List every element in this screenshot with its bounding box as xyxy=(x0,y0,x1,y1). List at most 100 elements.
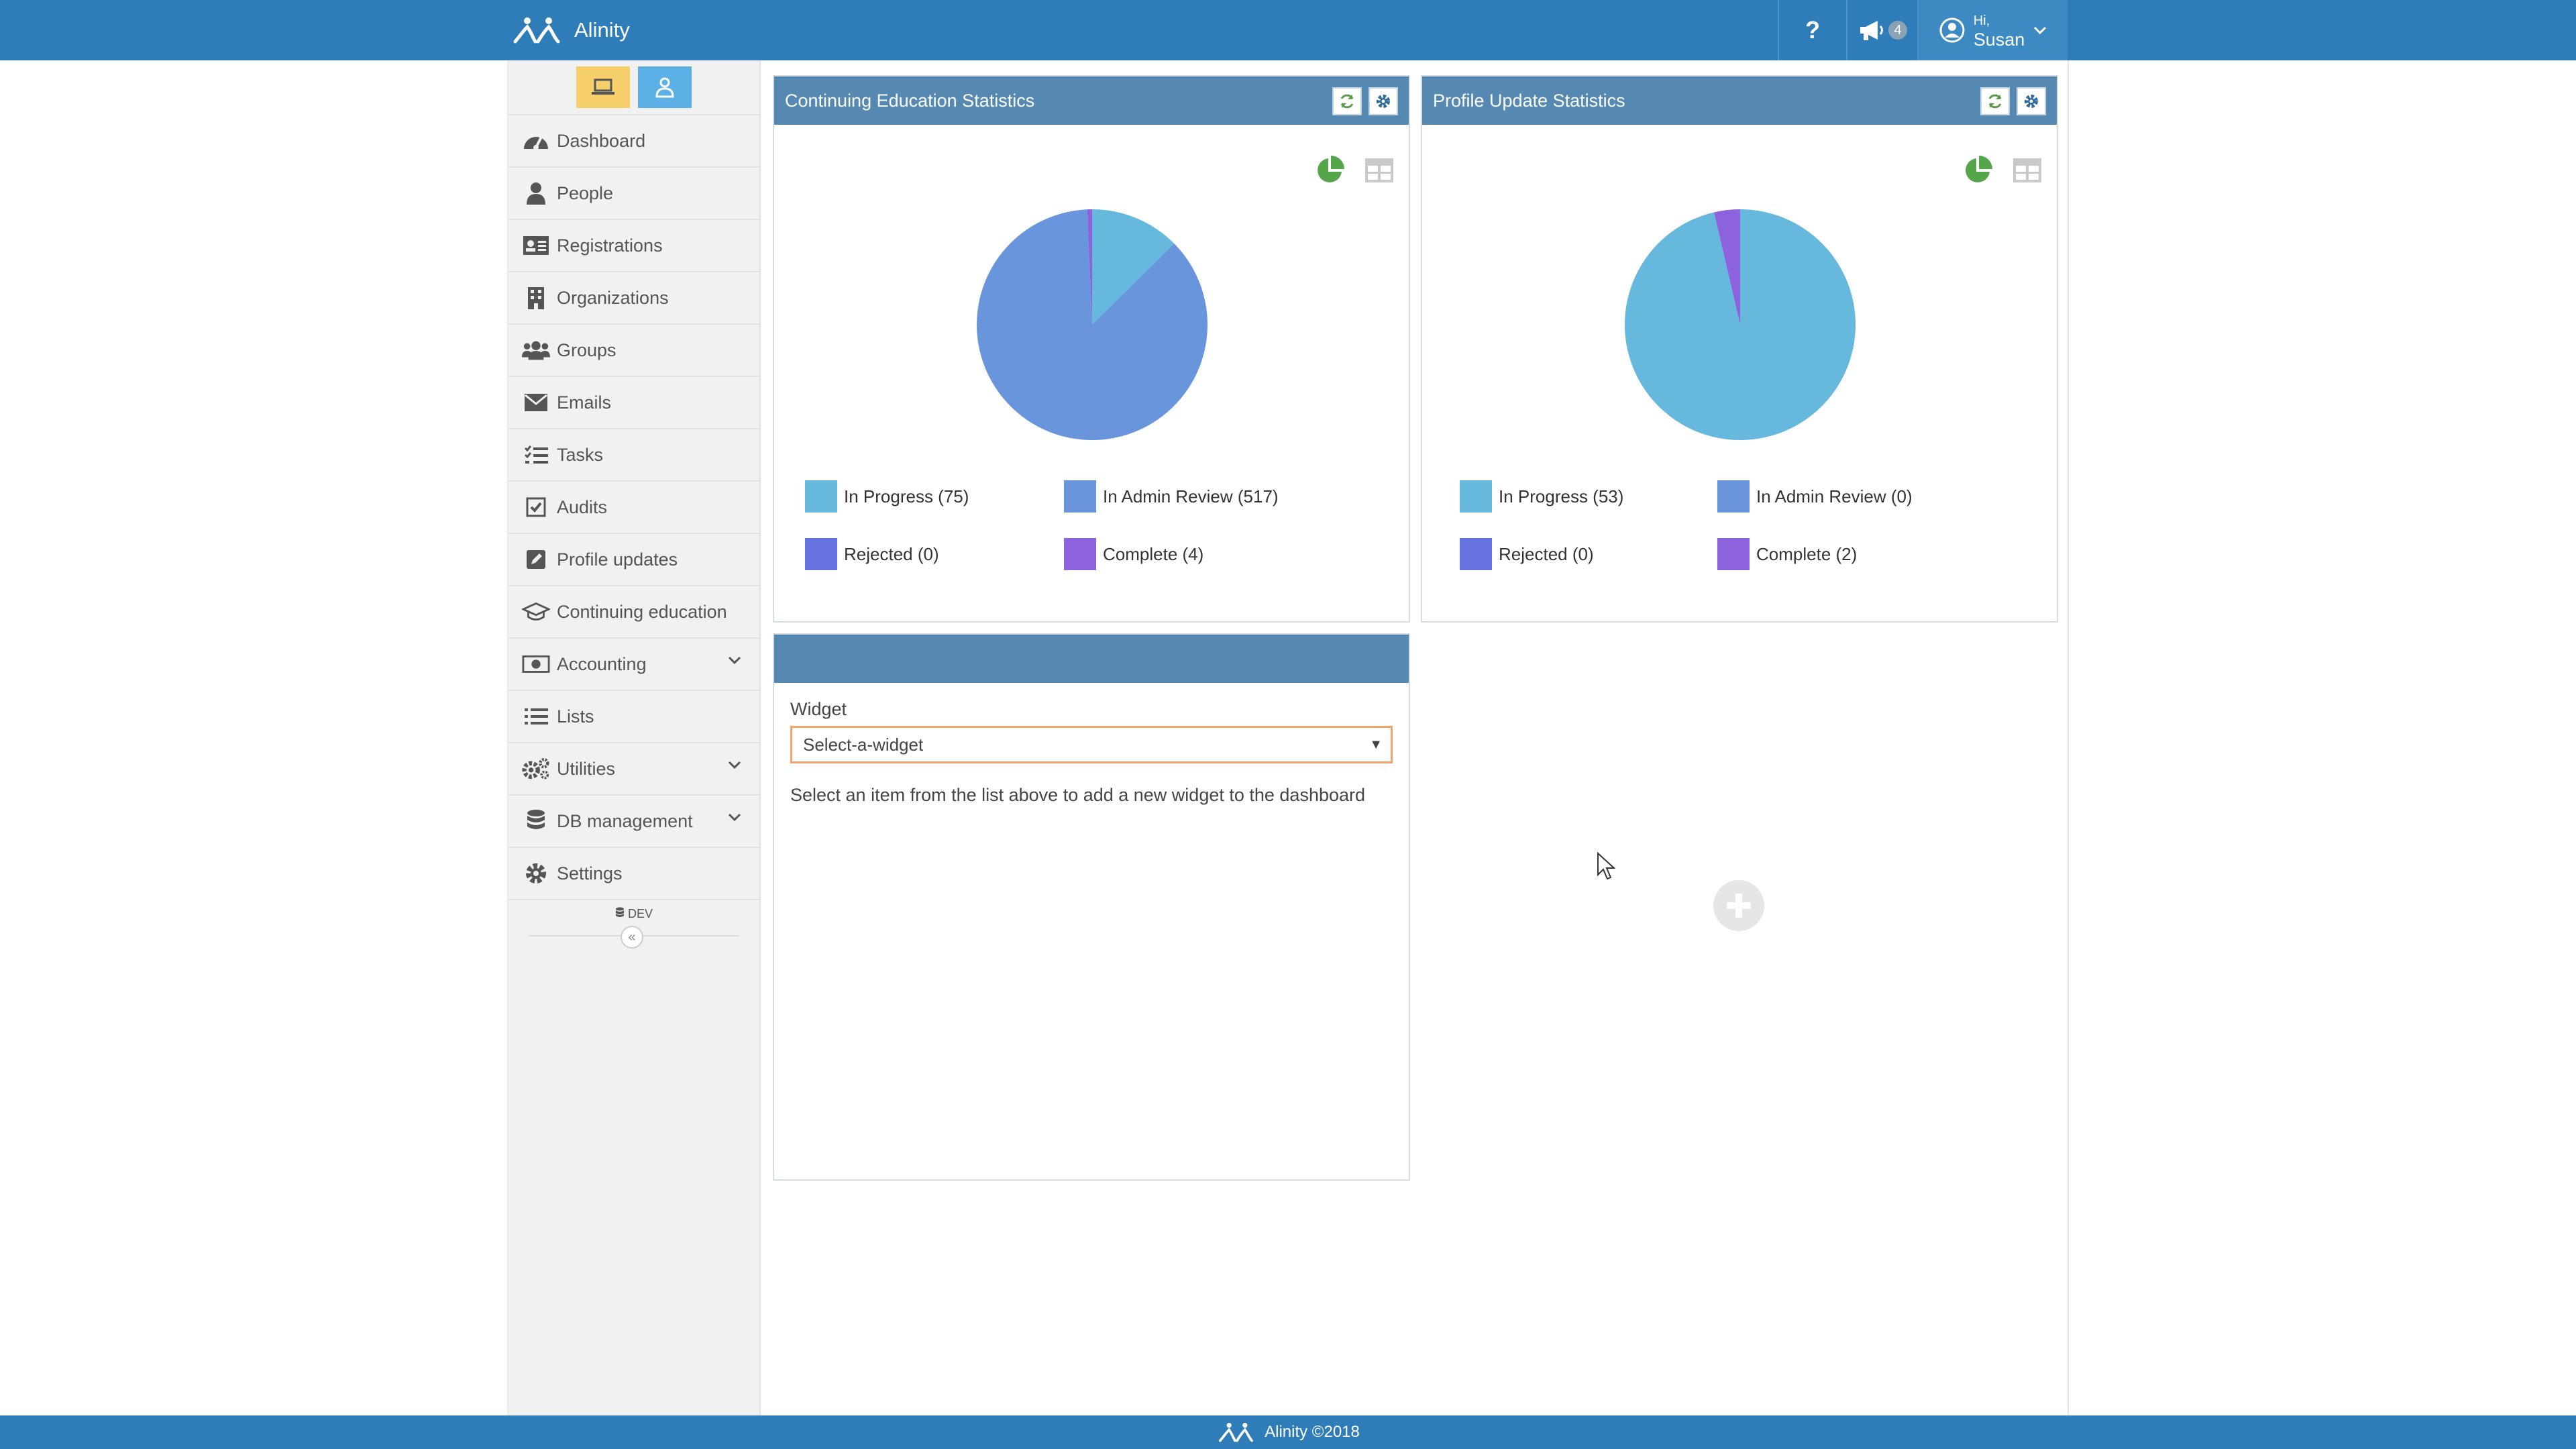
sidebar: Dashboard People Registrations Organizat… xyxy=(507,60,761,1415)
panel-settings-button[interactable] xyxy=(2017,87,2046,115)
user-greeting: Hi, Susan xyxy=(1974,11,2025,49)
legend-swatch xyxy=(1717,538,1750,570)
sidebar-item-db-management[interactable]: DB management xyxy=(508,794,759,847)
copyright-text: Alinity ©2018 xyxy=(1265,1423,1360,1441)
legend-swatch xyxy=(1064,480,1096,513)
sidebar-item-label: Organizations xyxy=(557,287,669,308)
widget-select[interactable]: Select-a-widget ▼ xyxy=(790,726,1393,763)
legend-swatch xyxy=(1717,480,1750,513)
legend-item-in-progress[interactable]: In Progress (53) xyxy=(1460,480,1623,513)
sidebar-item-settings[interactable]: Settings xyxy=(508,847,759,899)
list-icon xyxy=(522,703,550,730)
table-view-button[interactable] xyxy=(2010,153,2045,188)
environment-label: DEV xyxy=(628,907,653,920)
refresh-icon xyxy=(1340,94,1354,109)
sidebar-item-label: Settings xyxy=(557,863,623,883)
sidebar-item-registrations[interactable]: Registrations xyxy=(508,219,759,271)
user-menu[interactable]: Hi, Susan xyxy=(1917,0,2068,60)
top-navbar: Alinity ? 4 Hi, Susan xyxy=(0,0,2576,60)
legend-swatch xyxy=(1064,538,1096,570)
table-icon xyxy=(2013,158,2041,182)
sidebar-item-tasks[interactable]: Tasks xyxy=(508,428,759,480)
collapse-sidebar-button[interactable]: « xyxy=(621,926,643,949)
sidebar-item-continuing-education[interactable]: Continuing education xyxy=(508,585,759,637)
money-icon xyxy=(522,651,550,678)
sidebar-item-emails[interactable]: Emails xyxy=(508,376,759,428)
legend-item-complete[interactable]: Complete (2) xyxy=(1717,538,1857,570)
panel-title: Continuing Education Statistics xyxy=(785,90,1035,111)
table-icon xyxy=(1365,158,1393,182)
sidebar-item-label: People xyxy=(557,182,614,203)
sidebar-item-accounting[interactable]: Accounting xyxy=(508,637,759,690)
pie-view-button[interactable] xyxy=(1312,153,1347,188)
users-icon xyxy=(522,337,550,364)
sidebar-item-label: Profile updates xyxy=(557,549,678,570)
widget-field-label: Widget xyxy=(790,699,847,719)
caret-down-icon: ▼ xyxy=(1369,737,1383,752)
chevron-down-icon[interactable] xyxy=(727,655,742,665)
chevron-down-icon[interactable] xyxy=(727,759,742,770)
graduation-cap-icon xyxy=(522,598,550,625)
legend-swatch xyxy=(805,538,837,570)
add-widget-button[interactable] xyxy=(1713,880,1764,931)
desktop-view-toggle[interactable] xyxy=(576,66,630,108)
user-view-toggle[interactable] xyxy=(638,66,692,108)
sidebar-item-label: Lists xyxy=(557,706,594,727)
edit-icon xyxy=(522,546,550,573)
legend-label: Complete (2) xyxy=(1756,543,1858,564)
legend-label: In Progress (75) xyxy=(844,486,969,506)
refresh-button[interactable] xyxy=(1332,87,1362,115)
refresh-button[interactable] xyxy=(1980,87,2010,115)
legend-item-in-admin-review[interactable]: In Admin Review (0) xyxy=(1717,480,1913,513)
legend-item-rejected[interactable]: Rejected (0) xyxy=(805,538,939,570)
sidebar-item-dashboard[interactable]: Dashboard xyxy=(508,114,759,166)
help-button[interactable]: ? xyxy=(1778,0,1846,60)
legend-label: In Progress (53) xyxy=(1499,486,1624,506)
sidebar-item-groups[interactable]: Groups xyxy=(508,323,759,376)
plus-icon xyxy=(1727,894,1751,918)
sidebar-item-people[interactable]: People xyxy=(508,166,759,219)
megaphone-icon xyxy=(1860,21,1883,40)
legend-item-in-admin-review[interactable]: In Admin Review (517) xyxy=(1064,480,1279,513)
widget-help-text: Select an item from the list above to ad… xyxy=(790,785,1366,805)
gear-icon xyxy=(522,860,550,887)
user-outline-icon xyxy=(655,77,674,98)
sidebar-item-profile-updates[interactable]: Profile updates xyxy=(508,533,759,585)
pie-view-button[interactable] xyxy=(1960,153,1995,188)
chevron-down-icon[interactable] xyxy=(727,812,742,822)
footer: Alinity ©2018 xyxy=(0,1415,2576,1449)
greeting-text: Hi, xyxy=(1973,13,1990,28)
legend-item-in-progress[interactable]: In Progress (75) xyxy=(805,480,969,513)
sidebar-item-audits[interactable]: Audits xyxy=(508,480,759,533)
table-view-button[interactable] xyxy=(1362,153,1397,188)
gear-icon xyxy=(2025,95,2038,108)
sidebar-item-label: Accounting xyxy=(557,653,647,674)
alinity-logo-icon xyxy=(1219,1422,1254,1442)
profile-update-statistics-panel: Profile Update Statistics In Progress (5… xyxy=(1421,75,2058,623)
id-card-icon xyxy=(522,232,550,259)
notification-count-badge: 4 xyxy=(1888,21,1907,40)
legend-item-complete[interactable]: Complete (4) xyxy=(1064,538,1203,570)
brand-logo[interactable]: Alinity xyxy=(511,0,630,60)
sidebar-footer: DEV « xyxy=(508,899,759,961)
top-actions: ? 4 Hi, Susan xyxy=(1778,0,2068,60)
legend-swatch xyxy=(1460,538,1492,570)
cogs-icon xyxy=(522,755,550,782)
legend-label: In Admin Review (517) xyxy=(1103,486,1279,506)
chart-view-toggle xyxy=(1960,153,2045,188)
sidebar-item-lists[interactable]: Lists xyxy=(508,690,759,742)
content-right-border xyxy=(2068,60,2069,1415)
sidebar-item-label: Tasks xyxy=(557,444,604,465)
sidebar-item-organizations[interactable]: Organizations xyxy=(508,271,759,323)
checkbox-icon xyxy=(522,494,550,521)
panel-header xyxy=(774,635,1409,683)
refresh-icon xyxy=(1988,94,2002,109)
sidebar-item-label: Utilities xyxy=(557,758,616,779)
panel-title: Profile Update Statistics xyxy=(1433,90,1625,111)
notifications-button[interactable]: 4 xyxy=(1846,0,1917,60)
legend-label: In Admin Review (0) xyxy=(1756,486,1913,506)
panel-settings-button[interactable] xyxy=(1368,87,1398,115)
sidebar-item-utilities[interactable]: Utilities xyxy=(508,742,759,794)
legend-item-rejected[interactable]: Rejected (0) xyxy=(1460,538,1594,570)
user-name: Susan xyxy=(1973,30,2025,50)
